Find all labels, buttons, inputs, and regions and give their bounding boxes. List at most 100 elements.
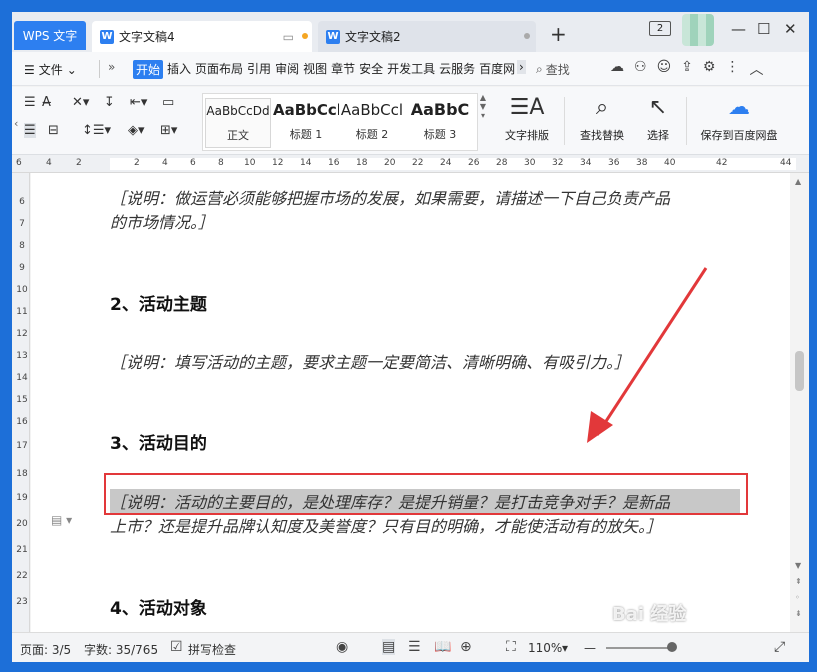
share-icon[interactable]: ⇪ [681,59,693,79]
minimize-button[interactable]: — [731,20,746,38]
ruler-tick: 32 [552,158,564,168]
vertical-ruler[interactable]: 6 7 8 9 10 11 12 13 14 15 16 17 18 19 20… [12,173,30,632]
menu-tab-baidu[interactable]: 百度网 [479,60,515,79]
search-button[interactable]: ⌕ 查找 [536,61,570,78]
indent-icon[interactable]: ⇤▾ [130,95,147,110]
browse-object-icon[interactable]: ◦ [795,593,800,602]
note-activity-theme[interactable]: ［说明：填写活动的主题，要求主题一定要简洁、清晰明确、有吸引力。］ [110,349,630,373]
paragraph-handle-icon[interactable]: ▤ ▾ [51,513,72,527]
style-heading-3[interactable]: AaBbC 标题 3 [407,98,473,142]
more-icon[interactable]: ⋮ [725,59,739,79]
document-page[interactable]: ［说明：做运营必须能够把握市场的发展，如果需要，请描述一下自己负责产品 的市场情… [31,173,790,632]
scrollbar-thumb[interactable] [795,351,804,391]
add-user-icon[interactable]: ⚇ [634,59,647,79]
clear-format-icon[interactable]: A̶ [42,95,51,110]
heading-activity-theme[interactable]: 2、活动主题 [110,290,207,315]
zoom-slider[interactable] [606,647,676,649]
gear-icon[interactable]: ⚙ [703,59,716,79]
menu-tab-page-layout[interactable]: 页面布局 [195,60,243,79]
select-label: 选择 [647,129,669,142]
scroll-up-icon[interactable]: ▲ [795,177,801,186]
file-menu[interactable]: ☰ 文件 ⌄ [24,61,77,78]
ruler-number: 17 [16,441,28,451]
note-market-line2[interactable]: 的市场情况。］ [110,209,214,233]
line-spacing-icon[interactable]: ↕☰▾ [82,123,111,138]
reading-view-icon[interactable]: 📖 [434,639,451,655]
wps-home-tab[interactable]: WPS 文字 [14,21,86,50]
style-heading-2[interactable]: AaBbCcl 标题 2 [339,98,405,142]
avatar[interactable] [682,14,714,46]
style-preview: AaBbCcl [340,101,404,119]
menu-tab-review[interactable]: 审阅 [275,60,299,79]
menu-scroll-right-button[interactable]: › [517,60,526,74]
cloud-sync-icon[interactable]: ☁ [610,59,624,79]
fit-window-icon[interactable]: ⛶ [506,639,516,655]
tab-label: 文字文稿4 [119,30,175,44]
eye-icon[interactable]: ◉ [336,639,348,655]
new-tab-button[interactable]: + [550,22,567,46]
tab-document-4[interactable]: W 文字文稿4 ▭ [92,21,312,52]
menu-tab-start[interactable]: 开始 [133,60,164,79]
page-view-icon[interactable]: ▤ [382,639,396,655]
heading-activity-purpose[interactable]: 3、活动目的 [110,429,207,454]
ruler-tick: 12 [272,158,284,168]
border-icon[interactable]: ⊞▾ [160,123,177,138]
ruler-number: 23 [16,597,28,607]
sort-icon[interactable]: ↧ [104,95,115,110]
tab-document-2[interactable]: W 文字文稿2 [318,21,536,52]
distribute-icon[interactable]: ⊟ [48,123,59,138]
shading-icon[interactable]: ◈▾ [128,123,145,138]
text-layout-button[interactable]: ☰A 文字排版 [494,93,560,143]
table-icon[interactable]: ▭ [162,95,174,110]
align-justify-icon[interactable]: ☰ [24,123,36,138]
menu-more-button[interactable]: » [108,60,115,74]
next-page-icon[interactable]: ⇟ [795,609,802,618]
menu-tab-references[interactable]: 引用 [247,60,271,79]
save-to-baidu-button[interactable]: ☁ 保存到百度网盘 [694,93,784,143]
unsaved-dot-icon [302,33,308,39]
list-icon[interactable]: ☰ [24,95,36,110]
style-name: 标题 1 [289,128,323,141]
prev-page-icon[interactable]: ⇞ [795,577,802,586]
menu-tab-insert[interactable]: 插入 [167,60,191,79]
checkbox-icon[interactable]: ☑ [170,639,183,655]
maximize-button[interactable]: ☐ [757,20,770,38]
select-button[interactable]: ↖ 选择 [636,93,680,143]
menu-tab-cloud[interactable]: 云服务 [439,60,475,79]
menu-tab-view[interactable]: 视图 [303,60,327,79]
menu-tab-chapter[interactable]: 章节 [331,60,355,79]
web-view-icon[interactable]: ⊕ [460,639,472,655]
zoom-out-button[interactable]: — [584,641,596,655]
style-body[interactable]: AaBbCcDd 正文 [205,98,271,148]
heading-activity-target[interactable]: 4、活动对象 [110,594,207,619]
spellcheck-label[interactable]: 拼写检查 [188,641,236,658]
horizontal-ruler[interactable]: 6 4 2 2 4 6 8 10 12 14 16 18 20 22 24 26… [12,155,809,173]
zoom-slider-handle[interactable] [667,642,677,652]
fullscreen-icon[interactable]: ⤢ [774,639,785,655]
note-market-line1[interactable]: ［说明：做运营必须能够把握市场的发展，如果需要，请描述一下自己负责产品 [110,185,670,209]
monitor-icon[interactable]: ▭ [283,30,294,44]
collapse-ribbon-icon[interactable]: ︿ [749,59,763,79]
zoom-level[interactable]: 110% [528,641,562,655]
find-replace-button[interactable]: ⌕ 查找替换 [572,93,632,143]
style-gallery-scroll[interactable]: ▲ ▼ ▾ [478,93,488,151]
comment-icon[interactable]: ☺ [657,59,672,79]
style-name: 正文 [227,129,249,142]
menu-tab-developer[interactable]: 开发工具 [387,60,435,79]
window-count-badge[interactable]: 2 [649,21,671,36]
page-indicator[interactable]: 页面: 3/5 [20,641,71,658]
vertical-scrollbar[interactable]: ▲ ▼ ⇞ ◦ ⇟ [790,173,809,632]
note-activity-purpose-line2[interactable]: 上市？还是提升品牌认知度及美誉度？只有目的明确，才能使活动有的放矢。］ [110,513,662,537]
magnifier-icon: ⌕ [595,95,609,120]
zoom-dropdown-icon[interactable]: ▾ [562,641,568,655]
style-heading-1[interactable]: AaBbCcl 标题 1 [273,98,339,142]
close-button[interactable]: ✕ [784,20,797,38]
word-count[interactable]: 字数: 35/765 [84,641,158,658]
title-bar: WPS 文字 W 文字文稿4 ▭ W 文字文稿2 + 2 — ☐ ✕ [12,12,809,52]
scroll-down-icon[interactable]: ▼ [795,561,801,570]
ribbon-scroll-left-button[interactable]: ‹ [14,117,18,130]
menu-tab-security[interactable]: 安全 [359,60,383,79]
list-style-icon[interactable]: ✕▾ [72,95,89,110]
outline-view-icon[interactable]: ☰ [408,639,421,655]
ruler-number: 7 [19,219,25,229]
